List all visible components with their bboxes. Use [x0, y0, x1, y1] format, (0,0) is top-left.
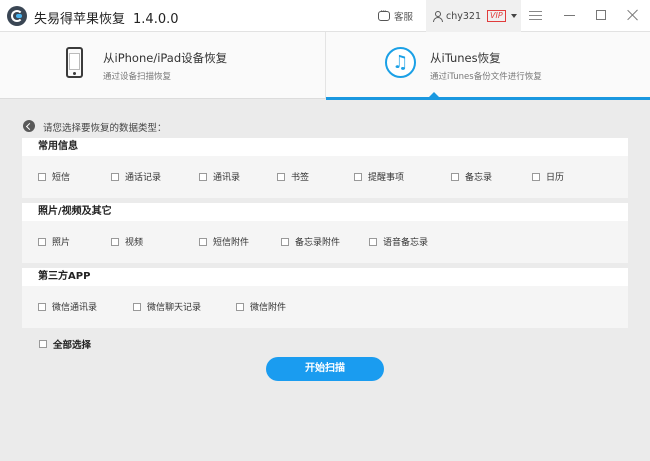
option-wechat-contacts[interactable]: 微信通讯录 — [38, 300, 97, 313]
username: chy321 — [446, 10, 481, 22]
option-photos[interactable]: 照片 — [38, 235, 70, 248]
option-label: 日历 — [546, 173, 565, 183]
option-notes-attachments[interactable]: 备忘录附件 — [281, 235, 340, 248]
option-calendar[interactable]: 日历 — [532, 170, 564, 183]
checkbox[interactable] — [369, 237, 377, 246]
user-icon — [433, 10, 443, 22]
checkbox[interactable] — [354, 172, 362, 181]
option-label: 微信聊天记录 — [147, 303, 202, 313]
tab-itunes-title: 从iTunes恢复 — [430, 51, 501, 65]
option-call-log[interactable]: 通话记录 — [111, 170, 161, 183]
group-media-other: 照片/视频及其它 照片 视频 短信附件 备忘录附件 语音备忘录 — [22, 203, 628, 263]
maximize-icon[interactable] — [596, 10, 606, 20]
checkbox[interactable] — [532, 172, 540, 181]
checkbox[interactable] — [236, 302, 244, 311]
customer-service-button[interactable]: 客服 — [378, 7, 414, 23]
option-sms[interactable]: 短信 — [38, 170, 70, 183]
option-videos[interactable]: 视频 — [111, 235, 143, 248]
vip-badge: VIP — [487, 10, 506, 22]
tab-device-title: 从iPhone/iPad设备恢复 — [103, 51, 228, 65]
option-contacts[interactable]: 通讯录 — [199, 170, 240, 183]
tab-itunes-recovery[interactable]: ♫ 从iTunes恢复 通过iTunes备份文件进行恢复 — [325, 32, 650, 100]
option-label: 微信通讯录 — [52, 303, 98, 313]
active-tab-pointer — [429, 92, 439, 97]
checkbox[interactable] — [38, 302, 46, 311]
option-label: 语音备忘录 — [383, 238, 429, 248]
group-third-party-apps: 第三方APP 微信通讯录 微信聊天记录 微信附件 — [22, 268, 628, 328]
checkbox[interactable] — [451, 172, 459, 181]
group-options: 照片 视频 短信附件 备忘录附件 语音备忘录 — [22, 221, 628, 263]
select-all-label: 全部选择 — [53, 340, 92, 351]
option-wechat-attachments[interactable]: 微信附件 — [236, 300, 286, 313]
user-account-menu[interactable]: chy321 VIP — [426, 0, 521, 32]
start-scan-button[interactable]: 开始扫描 — [266, 357, 384, 381]
active-tab-indicator — [326, 97, 650, 100]
chat-icon — [378, 7, 390, 21]
title-bar: 失易得苹果恢复 1.4.0.0 客服 chy321 VIP — [0, 0, 650, 32]
chevron-down-icon — [510, 14, 517, 18]
option-label: 短信附件 — [213, 238, 250, 248]
menu-icon[interactable] — [529, 11, 542, 20]
recovery-mode-bar: 从iPhone/iPad设备恢复 通过设备扫描恢复 ♫ 从iTunes恢复 通过… — [0, 32, 650, 100]
option-notes[interactable]: 备忘录 — [451, 170, 492, 183]
option-label: 书签 — [291, 173, 310, 183]
tab-device-recovery[interactable]: 从iPhone/iPad设备恢复 通过设备扫描恢复 — [0, 32, 325, 99]
option-label: 通讯录 — [213, 173, 241, 183]
option-wechat-chats[interactable]: 微信聊天记录 — [133, 300, 201, 313]
checkbox[interactable] — [133, 302, 141, 311]
tab-device-subtitle: 通过设备扫描恢复 — [103, 72, 172, 82]
select-all-checkbox[interactable] — [39, 340, 47, 348]
checkbox[interactable] — [111, 237, 119, 246]
app-title: 失易得苹果恢复 1.4.0.0 — [34, 8, 179, 27]
data-type-prompt: 请您选择要恢复的数据类型： — [43, 123, 167, 134]
back-icon[interactable] — [23, 120, 35, 132]
close-icon[interactable] — [626, 9, 639, 22]
group-common-info: 常用信息 短信 通话记录 通讯录 书签 提醒事项 备忘录 日历 — [22, 138, 628, 198]
checkbox[interactable] — [199, 237, 207, 246]
checkbox[interactable] — [38, 172, 46, 181]
option-label: 备忘录 — [465, 173, 493, 183]
option-reminders[interactable]: 提醒事项 — [354, 170, 404, 183]
checkbox[interactable] — [199, 172, 207, 181]
select-all-option[interactable]: 全部选择 — [39, 337, 91, 351]
group-options: 短信 通话记录 通讯录 书签 提醒事项 备忘录 日历 — [22, 156, 628, 198]
option-label: 提醒事项 — [368, 173, 405, 183]
option-label: 照片 — [52, 238, 71, 248]
app-name: 失易得苹果恢复 — [34, 12, 126, 27]
option-label: 短信 — [52, 173, 71, 183]
group-title: 第三方APP — [22, 268, 628, 286]
checkbox[interactable] — [281, 237, 289, 246]
minimize-icon[interactable] — [564, 15, 575, 17]
group-title: 照片/视频及其它 — [22, 203, 628, 221]
iphone-icon — [66, 47, 83, 78]
app-logo-icon — [7, 6, 27, 26]
checkbox[interactable] — [111, 172, 119, 181]
option-label: 微信附件 — [250, 303, 287, 313]
group-title: 常用信息 — [22, 138, 628, 156]
option-label: 视频 — [125, 238, 144, 248]
customer-service-label: 客服 — [394, 12, 414, 23]
checkbox[interactable] — [277, 172, 285, 181]
option-label: 通话记录 — [125, 173, 162, 183]
option-bookmarks[interactable]: 书签 — [277, 170, 309, 183]
checkbox[interactable] — [38, 237, 46, 246]
music-note-icon: ♫ — [385, 47, 416, 78]
app-version: 1.4.0.0 — [133, 12, 179, 27]
option-sms-attachments[interactable]: 短信附件 — [199, 235, 249, 248]
option-label: 备忘录附件 — [295, 238, 341, 248]
option-voice-memos[interactable]: 语音备忘录 — [369, 235, 428, 248]
group-options: 微信通讯录 微信聊天记录 微信附件 — [22, 286, 628, 328]
tab-itunes-subtitle: 通过iTunes备份文件进行恢复 — [430, 72, 542, 82]
